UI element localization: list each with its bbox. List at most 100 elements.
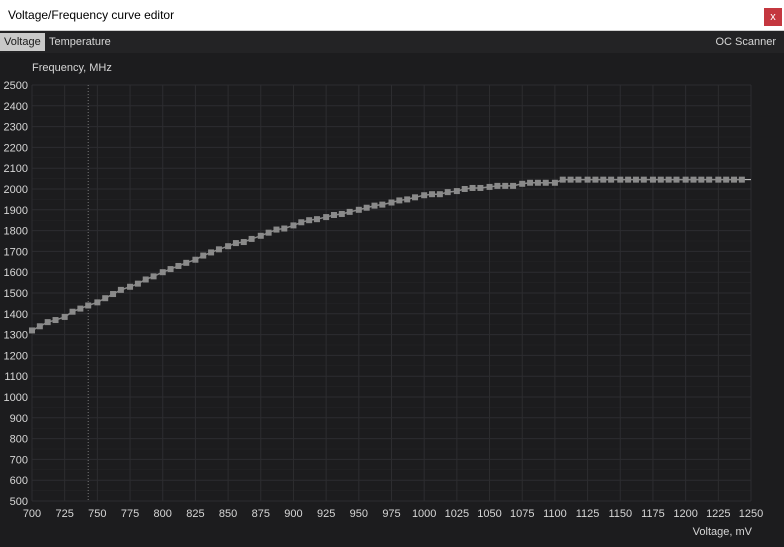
curve-point[interactable] [388,199,395,206]
curve-point[interactable] [69,308,76,315]
curve-point[interactable] [273,226,280,233]
curve-point[interactable] [142,276,149,283]
curve-point[interactable] [396,197,403,204]
curve-point[interactable] [183,259,190,266]
curve-point[interactable] [248,235,255,242]
curve-point[interactable] [200,252,207,259]
curve-point[interactable] [29,327,35,334]
vf-curve-chart[interactable]: 500 600 700 800 900 1000 1100 1200 1300 1400 1500 1… [0,55,784,542]
curve-point[interactable] [94,299,101,306]
curve-point[interactable] [290,222,297,229]
curve-point[interactable] [313,216,320,223]
curve-point[interactable] [657,176,664,183]
curve-point[interactable] [102,295,109,302]
curve-point[interactable] [519,180,526,187]
curve-point[interactable] [738,176,745,183]
curve-point[interactable] [240,239,247,246]
curve-point[interactable] [355,206,362,213]
curve-point[interactable] [265,229,272,236]
curve-point[interactable] [346,208,353,215]
curve-point[interactable] [61,313,68,320]
curve-point[interactable] [379,201,386,208]
curve-point[interactable] [715,176,722,183]
curve-point[interactable] [559,176,566,183]
y-tick-label: 1700 [4,246,28,258]
curve-point[interactable] [617,176,624,183]
y-axis-label: Frequency, MHz [32,62,112,74]
curve-point[interactable] [486,183,493,190]
curve-point[interactable] [77,305,84,312]
curve-point[interactable] [110,291,117,298]
curve-point[interactable] [723,176,730,183]
curve-point[interactable] [600,176,607,183]
curve-point[interactable] [706,176,713,183]
curve-point[interactable] [625,176,632,183]
curve-point[interactable] [575,176,582,183]
curve-point[interactable] [371,202,378,209]
curve-point[interactable] [494,182,501,189]
curve-point[interactable] [44,319,51,326]
curve-point[interactable] [232,240,239,247]
curve-point[interactable] [592,176,599,183]
curve-point[interactable] [477,184,484,191]
curve-point[interactable] [665,176,672,183]
curve-point[interactable] [281,225,288,232]
curve-point[interactable] [363,204,370,211]
curve-point[interactable] [159,269,166,276]
curve-point[interactable] [649,176,656,183]
curve-point[interactable] [117,286,124,293]
curve-point[interactable] [436,191,443,198]
curve-point[interactable] [461,186,468,192]
curve-point[interactable] [127,283,134,290]
curve-point[interactable] [690,176,697,183]
y-tick-label: 1500 [4,288,28,300]
curve-point[interactable] [225,243,232,250]
tab-voltage[interactable]: Voltage [0,33,45,51]
curve-point[interactable] [551,179,558,186]
curve-point[interactable] [542,179,549,186]
curve-point[interactable] [192,256,199,263]
curve-point[interactable] [429,191,436,198]
curve-point[interactable] [640,176,647,183]
curve-point[interactable] [215,246,222,253]
y-tick-label: 900 [10,413,28,425]
x-tick-label: 925 [317,508,335,520]
curve-point[interactable] [134,280,141,287]
curve-point[interactable] [632,176,639,183]
curve-point[interactable] [323,214,330,221]
curve-point[interactable] [608,176,615,183]
curve-point[interactable] [534,179,541,186]
curve-point[interactable] [412,194,419,201]
curve-point[interactable] [453,188,460,195]
curve-point[interactable] [330,212,337,218]
curve-point[interactable] [52,317,59,324]
x-tick-label: 775 [121,508,139,520]
curve-point[interactable] [444,189,451,196]
curve-point[interactable] [404,196,411,203]
curve-point[interactable] [502,182,509,189]
curve-point[interactable] [731,176,738,183]
curve-point[interactable] [510,182,517,189]
curve-point[interactable] [527,179,534,186]
curve-point[interactable] [421,192,428,199]
curve-point[interactable] [682,176,689,183]
curve-point[interactable] [673,176,680,183]
close-button[interactable]: x [764,8,782,26]
curve-point[interactable] [175,262,182,269]
curve-point[interactable] [338,210,345,217]
curve-point[interactable] [167,266,174,273]
curve-point[interactable] [698,176,705,183]
curve-point[interactable] [584,176,591,183]
curve-point[interactable] [85,302,92,309]
tab-temperature[interactable]: Temperature [45,33,115,51]
curve-point[interactable] [257,232,264,239]
oc-scanner-button[interactable]: OC Scanner [711,33,780,51]
curve-point[interactable] [150,273,157,280]
curve-point[interactable] [298,219,305,226]
curve-point[interactable] [567,176,574,183]
curve-point[interactable] [36,323,43,330]
y-tick-label: 2200 [4,142,28,154]
curve-point[interactable] [306,217,313,224]
curve-point[interactable] [208,249,215,256]
curve-point[interactable] [469,184,476,191]
